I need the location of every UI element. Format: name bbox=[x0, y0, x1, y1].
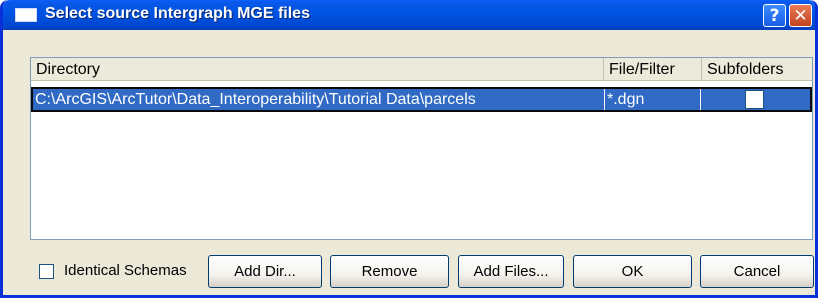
help-icon: ? bbox=[769, 5, 780, 26]
source-list[interactable]: Directory File/Filter Subfolders C:\ArcG… bbox=[30, 57, 813, 240]
close-icon: ✕ bbox=[793, 5, 808, 26]
list-header: Directory File/Filter Subfolders bbox=[31, 58, 812, 81]
identical-schemas-checkbox[interactable] bbox=[39, 264, 54, 279]
row-subfolders-cell bbox=[702, 89, 811, 110]
remove-button[interactable]: Remove bbox=[330, 255, 449, 288]
title-bar[interactable]: Select source Intergraph MGE files ? ✕ bbox=[3, 0, 815, 30]
select-source-dialog: Select source Intergraph MGE files ? ✕ D… bbox=[0, 0, 818, 298]
add-files-button[interactable]: Add Files... bbox=[458, 255, 564, 288]
column-header-subfolders[interactable]: Subfolders bbox=[702, 58, 812, 81]
help-button[interactable]: ? bbox=[763, 4, 786, 27]
row-filter-cell[interactable]: *.dgn bbox=[607, 89, 701, 110]
subfolders-checkbox[interactable] bbox=[745, 90, 764, 109]
column-header-directory[interactable]: Directory bbox=[31, 58, 604, 81]
list-row[interactable]: C:\ArcGIS\ArcTutor\Data_Interoperability… bbox=[31, 87, 812, 112]
add-dir-button[interactable]: Add Dir... bbox=[208, 255, 322, 288]
row-column-divider bbox=[700, 89, 701, 110]
column-header-file-filter[interactable]: File/Filter bbox=[604, 58, 702, 81]
row-directory-cell[interactable]: C:\ArcGIS\ArcTutor\Data_Interoperability… bbox=[35, 89, 603, 110]
ok-button[interactable]: OK bbox=[573, 255, 692, 288]
row-column-divider bbox=[604, 89, 605, 110]
dialog-window-icon bbox=[15, 8, 37, 22]
close-button[interactable]: ✕ bbox=[789, 4, 812, 27]
identical-schemas-label[interactable]: Identical Schemas bbox=[64, 262, 187, 279]
cancel-button[interactable]: Cancel bbox=[700, 255, 814, 288]
dialog-title: Select source Intergraph MGE files bbox=[45, 5, 310, 22]
